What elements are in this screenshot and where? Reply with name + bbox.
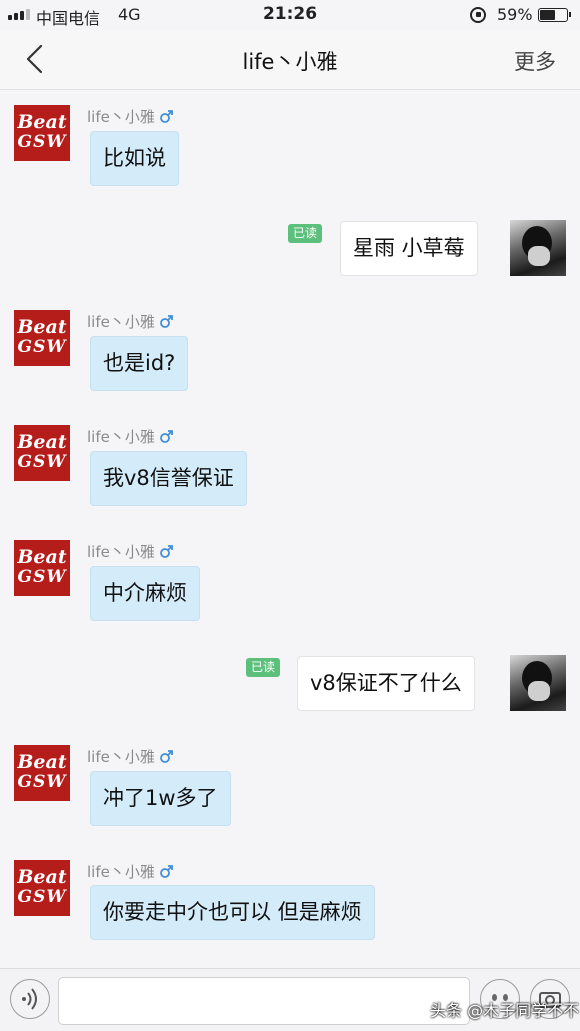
avatar-text-bottom: GSW <box>17 337 67 357</box>
avatar-text-bottom: GSW <box>17 132 67 152</box>
voice-button[interactable] <box>10 979 50 1019</box>
avatar[interactable]: Beat GSW <box>14 540 70 596</box>
avatar-text-top: Beat <box>17 751 67 773</box>
sender-name-text: life丶小雅 <box>87 748 155 766</box>
my-avatar[interactable] <box>510 655 566 711</box>
status-time: 21:26 <box>262 4 318 24</box>
nav-bar: life丶小雅 更多 <box>0 30 580 90</box>
message-bubble-outgoing[interactable]: 星雨 小草莓 <box>340 221 478 276</box>
sender-name-text: life丶小雅 <box>87 863 155 881</box>
sender-name: life丶小雅 <box>87 426 174 447</box>
battery-percent: 59% <box>497 5 533 24</box>
message-bubble-outgoing[interactable]: v8保证不了什么 <box>297 656 475 711</box>
avatar[interactable]: Beat GSW <box>14 425 70 481</box>
rotation-lock-icon <box>470 7 486 23</box>
sender-name-text: life丶小雅 <box>87 543 155 561</box>
sender-name-text: life丶小雅 <box>87 428 155 446</box>
message-bubble-incoming[interactable]: 中介麻烦 <box>90 566 200 621</box>
battery-fill <box>540 10 555 20</box>
avatar-text-bottom: GSW <box>17 452 67 472</box>
read-badge: 已读 <box>288 224 323 243</box>
avatar-text-top: Beat <box>17 316 67 338</box>
message-bubble-incoming[interactable]: 冲了1w多了 <box>90 771 231 826</box>
more-button[interactable]: 更多 <box>514 46 556 76</box>
avatar[interactable]: Beat GSW <box>14 105 70 161</box>
avatar-text-bottom: GSW <box>17 772 67 792</box>
message-bubble-incoming[interactable]: 我v8信誉保证 <box>90 451 247 506</box>
avatar-text-top: Beat <box>17 431 67 453</box>
avatar-text-bottom: GSW <box>17 887 67 907</box>
male-icon <box>159 110 173 123</box>
read-badge: 已读 <box>246 658 281 677</box>
sender-name: life丶小雅 <box>87 106 174 127</box>
sender-name: life丶小雅 <box>87 311 174 332</box>
avatar-text-top: Beat <box>17 111 67 133</box>
voice-icon <box>21 987 37 1010</box>
avatar[interactable]: Beat GSW <box>14 860 70 916</box>
avatar[interactable]: Beat GSW <box>14 745 70 801</box>
status-bar: 中国电信 4G 21:26 59% <box>0 0 580 30</box>
male-icon <box>159 865 173 878</box>
male-icon <box>159 430 173 443</box>
avatar-text-bottom: GSW <box>17 567 67 587</box>
avatar[interactable]: Beat GSW <box>14 310 70 366</box>
message-input[interactable] <box>58 977 470 1025</box>
male-icon <box>159 750 173 763</box>
sender-name: life丶小雅 <box>87 746 174 767</box>
message-bubble-incoming[interactable]: 比如说 <box>90 131 179 186</box>
sender-name: life丶小雅 <box>87 861 174 882</box>
sender-name-text: life丶小雅 <box>87 313 155 331</box>
sender-name-text: life丶小雅 <box>87 108 155 126</box>
my-avatar[interactable] <box>510 220 566 276</box>
battery-icon <box>538 8 571 22</box>
avatar-text-top: Beat <box>17 866 67 888</box>
sender-name: life丶小雅 <box>87 541 174 562</box>
message-bubble-incoming[interactable]: 你要走中介也可以 但是麻烦 <box>90 885 375 940</box>
chat-title: life丶小雅 <box>242 50 338 74</box>
male-icon <box>159 315 173 328</box>
avatar-text-top: Beat <box>17 546 67 568</box>
message-bubble-incoming[interactable]: 也是id? <box>90 336 189 391</box>
watermark: 头条 @木子同学不不 <box>430 1001 580 1020</box>
male-icon <box>159 545 173 558</box>
